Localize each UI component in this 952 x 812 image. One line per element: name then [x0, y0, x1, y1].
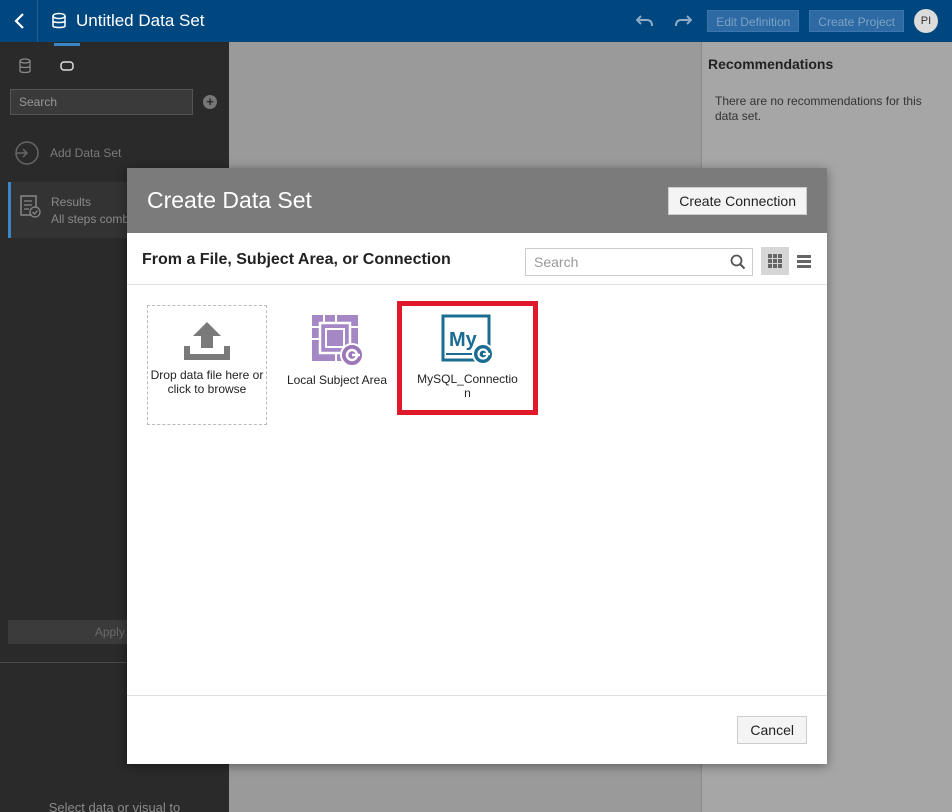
mysql-icon-text: My — [449, 329, 478, 351]
undo-button[interactable] — [631, 8, 659, 34]
grid-icon — [768, 254, 782, 268]
undo-icon — [636, 15, 654, 27]
add-data-set-icon — [15, 141, 39, 165]
recommendations-text: There are no recommendations for this da… — [715, 94, 922, 123]
recommendations-title: Recommendations — [708, 56, 834, 72]
mysql-connection-label: MySQL_Connection — [417, 372, 518, 400]
mysql-connection-icon: My — [441, 314, 494, 365]
dialog-search-input[interactable]: Search — [525, 248, 753, 276]
tab-preparation[interactable] — [54, 43, 80, 77]
redo-button[interactable] — [669, 8, 697, 34]
mysql-connection-tile[interactable]: My MySQL_Connection — [397, 301, 538, 415]
dialog-subheader: From a File, Subject Area, or Connection… — [127, 233, 827, 285]
create-data-set-dialog: Create Data Set Create Connection From a… — [127, 168, 827, 764]
upload-icon — [184, 322, 230, 360]
avatar[interactable]: PI — [914, 9, 938, 33]
dialog-header: Create Data Set Create Connection — [127, 168, 827, 233]
dialog-footer-divider — [127, 695, 827, 696]
results-subtitle: All steps comb — [51, 212, 130, 226]
results-icon — [20, 195, 41, 218]
drop-file-tile[interactable]: Drop data file here or click to browse — [147, 305, 267, 425]
script-icon — [60, 61, 74, 71]
list-view-button[interactable] — [793, 247, 815, 275]
cancel-button[interactable]: Cancel — [737, 716, 807, 744]
redo-icon — [675, 15, 693, 27]
subject-area-icon — [312, 315, 364, 367]
results-title: Results — [51, 195, 92, 209]
chevron-left-icon — [13, 13, 24, 29]
database-icon — [52, 12, 66, 30]
drop-file-label: Drop data file here or click to browse — [150, 368, 264, 396]
create-project-button[interactable]: Create Project — [809, 10, 904, 32]
local-subject-area-tile[interactable]: Local Subject Area — [282, 308, 392, 428]
dialog-subtitle: From a File, Subject Area, or Connection — [142, 251, 451, 268]
tab-data[interactable] — [14, 55, 36, 77]
page-title: Untitled Data Set — [76, 11, 205, 30]
add-data-set-button[interactable]: Add Data Set — [14, 140, 121, 166]
dialog-title: Create Data Set — [147, 187, 312, 213]
top-bar: Untitled Data Set Edit Definition Create… — [0, 0, 952, 42]
grid-view-button[interactable] — [761, 247, 789, 275]
search-icon[interactable] — [730, 254, 746, 270]
database-icon — [19, 58, 31, 74]
left-hint: Select data or visual to — [48, 800, 181, 812]
left-search-input[interactable]: Search — [10, 89, 193, 115]
dialog-search-placeholder: Search — [534, 254, 579, 270]
list-icon — [797, 254, 811, 268]
add-icon[interactable]: + — [203, 95, 217, 109]
add-data-set-label: Add Data Set — [50, 146, 122, 160]
create-connection-button[interactable]: Create Connection — [668, 187, 807, 215]
local-subject-area-label: Local Subject Area — [286, 373, 388, 387]
edit-definition-button[interactable]: Edit Definition — [707, 10, 800, 32]
back-button[interactable] — [0, 0, 38, 42]
